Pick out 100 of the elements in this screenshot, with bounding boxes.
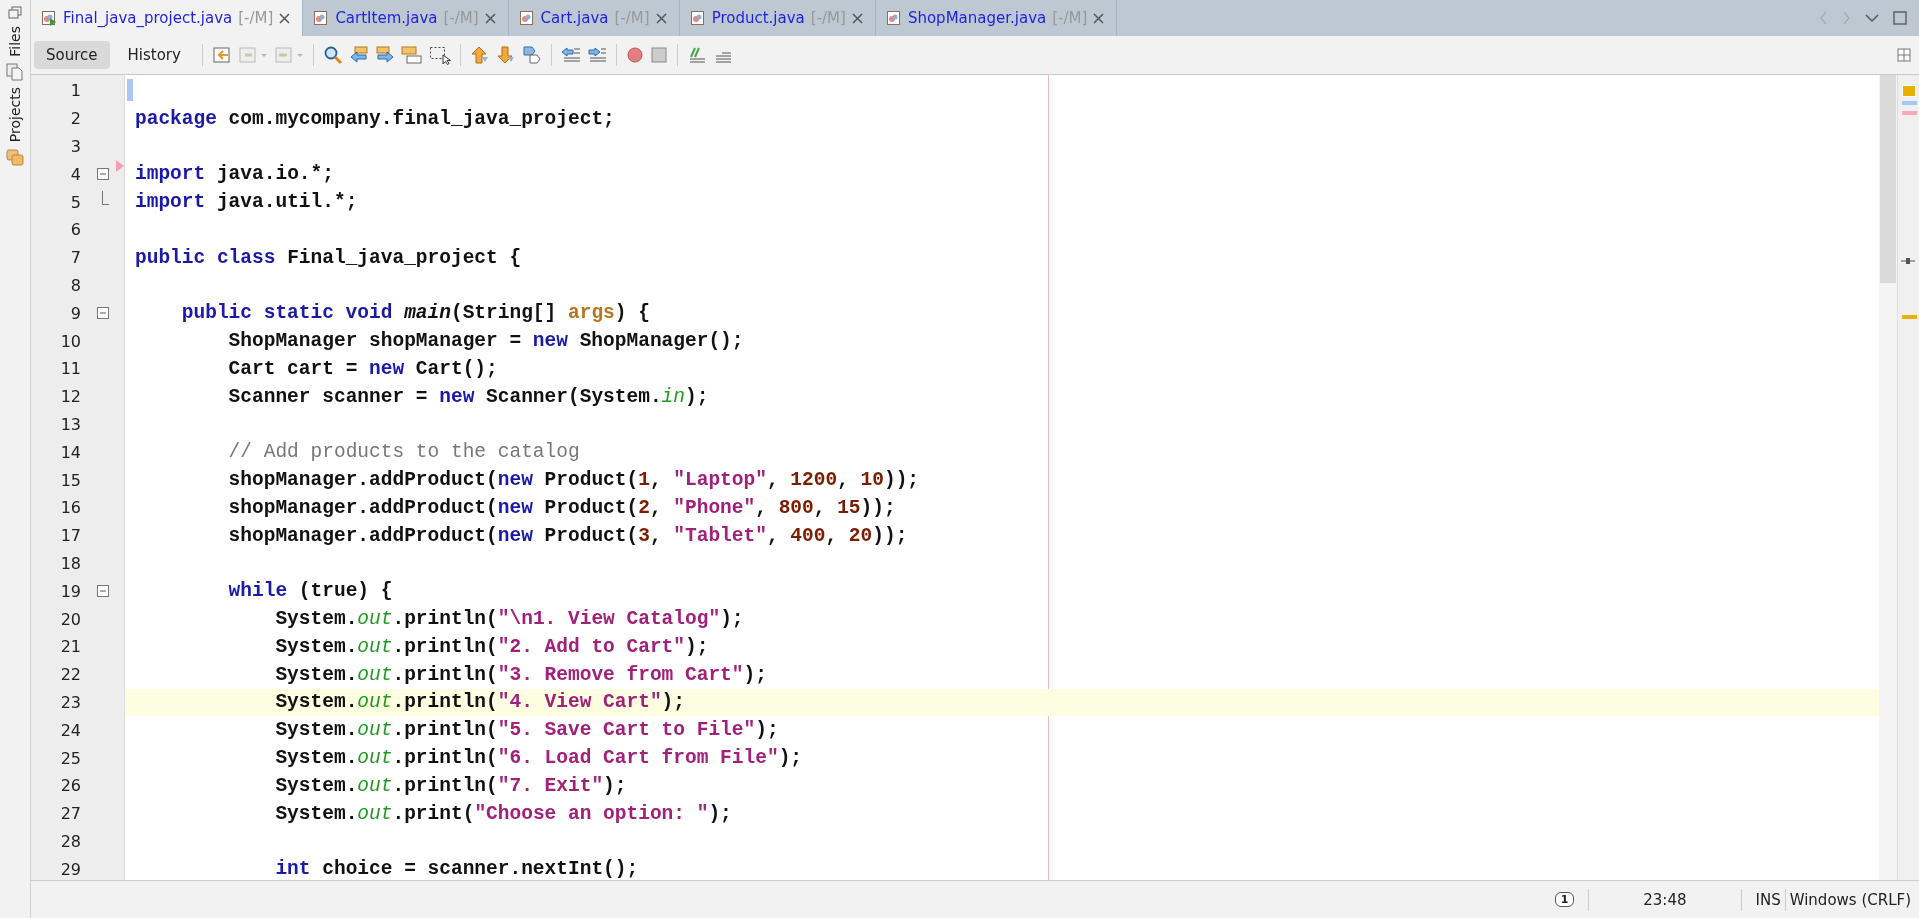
tab-status: [-/M] <box>443 9 479 27</box>
search-icon[interactable] <box>322 45 343 65</box>
line-number: 18 <box>59 553 81 573</box>
change-marker[interactable] <box>1902 111 1917 115</box>
code-line: // Add products to the catalog <box>228 441 580 464</box>
line-number: 8 <box>69 275 81 295</box>
line-number: 16 <box>59 498 81 518</box>
line-number: 2 <box>69 109 81 129</box>
tab-title: Final_java_project.java <box>63 9 233 27</box>
chevron-down-icon[interactable] <box>1865 13 1879 23</box>
close-icon[interactable] <box>851 12 863 24</box>
code-line: ShopManager shopManager = new ShopManager(); <box>228 330 744 353</box>
highlight-icon[interactable] <box>400 45 423 65</box>
insert-mode: INS <box>1755 890 1781 909</box>
view-button[interactable]: History <box>115 41 193 69</box>
line-number: 21 <box>59 637 81 657</box>
code-line: shopManager.addProduct(new Product(1, "Laptop", 1200, 10)); <box>228 469 920 492</box>
side-tab[interactable]: Projects <box>7 86 23 142</box>
code-line: Scanner scanner = new Scanner(System.in); <box>228 385 709 408</box>
line-number: 15 <box>59 470 81 490</box>
line-number: 23 <box>59 692 81 712</box>
stop-icon[interactable] <box>649 46 668 64</box>
close-icon[interactable] <box>279 12 291 24</box>
line-endings: Windows (CRLF) <box>1789 890 1911 909</box>
fold-icon[interactable] <box>96 168 109 181</box>
shift-left-icon[interactable] <box>560 45 581 65</box>
caret-position: 23:48 <box>1642 890 1688 909</box>
code-line: System.out.println("\n1. View Catalog"); <box>275 608 744 631</box>
files-icon[interactable] <box>6 62 24 81</box>
arrow-down-icon[interactable] <box>495 45 516 65</box>
side-tab[interactable]: Files <box>7 26 23 57</box>
tab-status: [-/M] <box>614 9 650 27</box>
change-marker[interactable] <box>1902 101 1917 105</box>
line-number: 14 <box>59 442 81 462</box>
line-number: 29 <box>59 859 81 879</box>
code-line: System.out.println("3. Remove from Cart"); <box>275 663 767 686</box>
notifications-badge[interactable]: 1 <box>1554 892 1575 907</box>
close-icon[interactable] <box>1093 12 1105 24</box>
tab-status: [-/M] <box>810 9 846 27</box>
tag-icon[interactable] <box>521 45 542 65</box>
fold-icon[interactable] <box>96 585 109 598</box>
code-line: Cart cart = new Cart(); <box>228 357 498 380</box>
close-icon[interactable] <box>655 12 667 24</box>
arrow-left-icon[interactable] <box>348 45 369 65</box>
line-number: 11 <box>59 359 81 379</box>
caret-position-icon <box>1901 258 1915 264</box>
line-number: 25 <box>59 748 81 768</box>
code-line: shopManager.addProduct(new Product(2, "Phone", 800, 15)); <box>228 496 896 519</box>
file-tab[interactable]: CartItem.java [-/M] <box>303 0 509 36</box>
close-icon[interactable] <box>484 12 496 24</box>
line-number: 22 <box>59 665 81 685</box>
code-line: System.out.println("5. Save Cart to File"); <box>275 719 779 742</box>
tab-title: CartItem.java <box>335 9 438 27</box>
file-tab[interactable]: Cart.java [-/M] <box>508 0 680 36</box>
code-line: import java.util.*; <box>135 191 358 214</box>
line-number: 4 <box>69 164 81 184</box>
code-line: package com.mycompany.final_java_project; <box>135 107 615 130</box>
code-line: System.out.println("6. Load Cart from File"); <box>275 747 803 769</box>
fold-icon[interactable] <box>96 307 109 320</box>
selection-cursor-icon[interactable] <box>428 45 451 65</box>
code-line: System.out.print("Choose an option: "); <box>275 802 732 825</box>
line-number: 26 <box>59 776 81 796</box>
code-line: while (true) { <box>228 580 393 603</box>
record-icon[interactable] <box>625 46 644 64</box>
line-number: 28 <box>59 831 81 851</box>
scrollbar-thumb[interactable] <box>1880 75 1896 283</box>
line-number: 27 <box>59 804 81 824</box>
tab-status: [-/M] <box>238 9 274 27</box>
occurrence-marker[interactable] <box>1902 315 1917 319</box>
split-view-icon[interactable] <box>1897 48 1911 62</box>
warning-marker-icon[interactable] <box>1902 85 1916 97</box>
line-number: 6 <box>69 220 81 240</box>
line-number: 19 <box>59 581 81 601</box>
file-tab[interactable]: Final_java_project.java [-/M] <box>31 0 304 36</box>
line-number: 12 <box>59 387 81 407</box>
code-line: System.out.println("4. View Cart"); <box>275 691 685 714</box>
code-line: System.out.println("7. Exit"); <box>275 774 627 797</box>
shift-right-icon[interactable] <box>586 45 607 65</box>
line-number: 13 <box>59 414 81 434</box>
line-number: 1 <box>69 81 81 101</box>
code-line: int choice = scanner.nextInt(); <box>275 858 639 880</box>
jump-back-icon[interactable] <box>211 45 232 65</box>
line-number: 17 <box>59 526 81 546</box>
restore-window-icon[interactable] <box>8 6 22 20</box>
code-line: System.out.println("2. Add to Cart"); <box>275 635 709 658</box>
code-line: public class Final_java_project { <box>135 246 522 269</box>
code-line: public static void main(String[] args) { <box>181 302 650 325</box>
view-button[interactable]: Source <box>34 41 110 69</box>
line-number: 9 <box>69 303 81 323</box>
file-tab[interactable]: ShopManager.java [-/M] <box>875 0 1118 36</box>
line-number: 7 <box>69 248 81 268</box>
tab-title: ShopManager.java <box>907 9 1047 27</box>
file-tab[interactable]: Product.java [-/M] <box>679 0 876 36</box>
arrow-up-icon[interactable] <box>469 45 490 65</box>
maximize-icon[interactable] <box>1893 11 1907 25</box>
line-number: 20 <box>59 609 81 629</box>
line-number: 10 <box>59 331 81 351</box>
arrow-right-icon[interactable] <box>374 45 395 65</box>
folders-icon[interactable] <box>6 147 24 166</box>
line-number: 3 <box>69 137 81 156</box>
